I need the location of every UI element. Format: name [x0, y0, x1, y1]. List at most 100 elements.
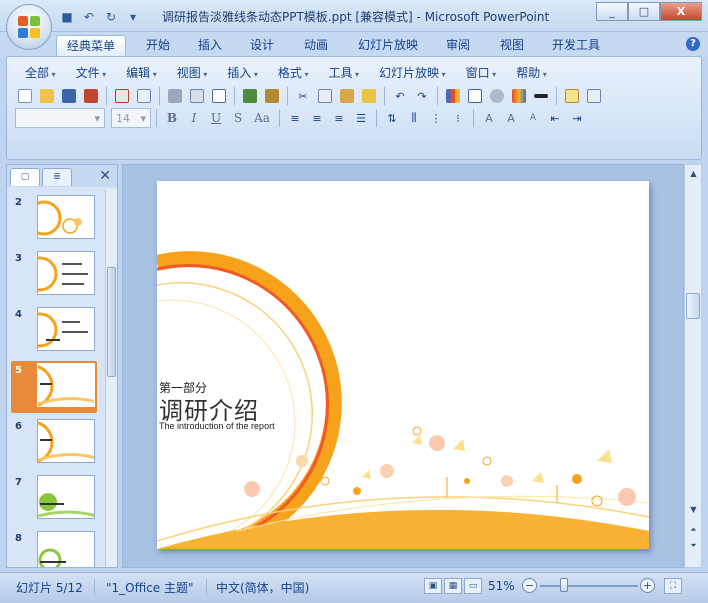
- save-icon[interactable]: ■: [58, 8, 76, 26]
- font-color-icon[interactable]: A: [479, 108, 499, 128]
- tab-developer[interactable]: 开发工具: [542, 35, 610, 56]
- slide-english-caption[interactable]: The introduction of the report: [159, 421, 275, 431]
- slide-sorter-icon[interactable]: ▦: [444, 578, 462, 594]
- shrink-font-icon[interactable]: A: [523, 108, 543, 128]
- language-indicator[interactable]: 中文(简体，中国): [216, 579, 309, 596]
- next-slide-icon[interactable]: ⏷: [687, 539, 700, 552]
- tab-classic-menu[interactable]: 经典菜单: [56, 35, 127, 56]
- close-icon[interactable]: ✕: [99, 168, 111, 184]
- thumbnail-scrollbar[interactable]: [105, 189, 117, 567]
- bullets-icon[interactable]: ⁝: [448, 108, 468, 128]
- slide-thumbnail[interactable]: 4: [11, 305, 97, 357]
- spelling-icon[interactable]: [240, 86, 260, 106]
- tab-outline[interactable]: ≣: [42, 168, 72, 186]
- tab-animation[interactable]: 动画: [294, 35, 338, 56]
- publish-icon[interactable]: [134, 86, 154, 106]
- tab-slides[interactable]: ▢: [10, 168, 40, 186]
- color-icon[interactable]: [509, 86, 529, 106]
- research-icon[interactable]: [262, 86, 282, 106]
- justify-icon[interactable]: ☰: [351, 108, 371, 128]
- menu-slideshow[interactable]: 幻灯片放映: [369, 63, 456, 83]
- permission-icon[interactable]: [81, 86, 101, 106]
- font-size-combo[interactable]: 14 ▾: [111, 108, 151, 128]
- slide-scrollbar[interactable]: ▲ ▼ ⏶ ⏷: [684, 164, 702, 568]
- align-left-icon[interactable]: ≡: [285, 108, 305, 128]
- format-painter-icon[interactable]: [359, 86, 379, 106]
- scrollbar-thumb[interactable]: [686, 293, 700, 319]
- cut-icon[interactable]: ✂: [293, 86, 313, 106]
- hyperlink-icon[interactable]: [487, 86, 507, 106]
- slideshow-view-icon[interactable]: ▭: [464, 578, 482, 594]
- table-icon[interactable]: [465, 86, 485, 106]
- slide-thumbnail[interactable]: 3: [11, 249, 97, 301]
- tab-review[interactable]: 审阅: [436, 35, 480, 56]
- menu-insert[interactable]: 插入: [217, 63, 268, 83]
- zoom-level[interactable]: 51%: [488, 579, 515, 593]
- bold-button[interactable]: B: [162, 108, 182, 128]
- layout-icon[interactable]: [584, 86, 604, 106]
- undo-icon[interactable]: ↶: [80, 8, 98, 26]
- decrease-indent-icon[interactable]: ⇤: [545, 108, 565, 128]
- scroll-up-icon[interactable]: ▲: [687, 167, 700, 180]
- redo-icon[interactable]: ↷: [412, 86, 432, 106]
- increase-indent-icon[interactable]: ⇥: [567, 108, 587, 128]
- menu-window[interactable]: 窗口: [456, 63, 507, 83]
- change-case-button[interactable]: Aa: [250, 108, 274, 128]
- maximize-button[interactable]: □: [628, 2, 660, 21]
- minimize-button[interactable]: _: [596, 2, 628, 21]
- italic-button[interactable]: I: [184, 108, 204, 128]
- fit-to-window-icon[interactable]: ⛶: [664, 578, 682, 594]
- tab-insert[interactable]: 插入: [188, 35, 232, 56]
- align-center-icon[interactable]: ≡: [307, 108, 327, 128]
- menu-view[interactable]: 视图: [167, 63, 218, 83]
- scrollbar-thumb[interactable]: [107, 267, 116, 377]
- previous-slide-icon[interactable]: ⏶: [687, 523, 700, 536]
- menu-all[interactable]: 全部: [15, 63, 66, 83]
- office-button[interactable]: [6, 4, 52, 50]
- slide-thumbnail-selected[interactable]: 5: [11, 361, 97, 413]
- scroll-down-icon[interactable]: ▼: [687, 503, 700, 516]
- font-name-combo[interactable]: ▾: [15, 108, 105, 128]
- new-slide-icon[interactable]: [562, 86, 582, 106]
- copy-icon[interactable]: [315, 86, 335, 106]
- underline-button[interactable]: U: [206, 108, 226, 128]
- menu-format[interactable]: 格式: [268, 63, 319, 83]
- normal-view-icon[interactable]: ▣: [424, 578, 442, 594]
- slide-thumbnail[interactable]: 7: [11, 473, 97, 525]
- email-icon[interactable]: [112, 86, 132, 106]
- paste-icon[interactable]: [337, 86, 357, 106]
- slide-canvas[interactable]: 第一部分 调研介绍 The introduction of the report: [157, 181, 649, 549]
- chart-icon[interactable]: [443, 86, 463, 106]
- zoom-in-button[interactable]: +: [640, 578, 655, 593]
- close-button[interactable]: X: [660, 2, 702, 21]
- customize-qat-icon[interactable]: ▾: [124, 8, 142, 26]
- frame-icon[interactable]: [209, 86, 229, 106]
- open-icon[interactable]: [37, 86, 57, 106]
- shadow-button[interactable]: S: [228, 108, 248, 128]
- numbering-icon[interactable]: ⋮: [426, 108, 446, 128]
- print-icon[interactable]: [165, 86, 185, 106]
- redo-icon[interactable]: ↻: [102, 8, 120, 26]
- zoom-out-button[interactable]: −: [522, 578, 537, 593]
- help-icon[interactable]: ?: [686, 37, 700, 51]
- zoom-slider-thumb[interactable]: [560, 578, 568, 592]
- menu-help[interactable]: 帮助: [506, 63, 557, 83]
- menu-edit[interactable]: 编辑: [116, 63, 167, 83]
- menu-tools[interactable]: 工具: [318, 63, 369, 83]
- new-icon[interactable]: [15, 86, 35, 106]
- grow-font-icon[interactable]: A: [501, 108, 521, 128]
- tab-design[interactable]: 设计: [240, 35, 284, 56]
- columns-icon[interactable]: ⫼: [404, 108, 424, 128]
- tab-view[interactable]: 视图: [490, 35, 534, 56]
- theme-name[interactable]: "1_Office 主题": [106, 579, 194, 596]
- text-direction-icon[interactable]: ⇅: [382, 108, 402, 128]
- tab-slideshow[interactable]: 幻灯片放映: [348, 35, 428, 56]
- save-icon[interactable]: [59, 86, 79, 106]
- tab-home[interactable]: 开始: [136, 35, 180, 56]
- zoom-slider-track[interactable]: [540, 585, 638, 587]
- menu-file[interactable]: 文件: [66, 63, 117, 83]
- slide-thumbnail[interactable]: 8: [11, 529, 97, 567]
- print-preview-icon[interactable]: [187, 86, 207, 106]
- undo-icon[interactable]: ↶: [390, 86, 410, 106]
- slide-thumbnail[interactable]: 6: [11, 417, 97, 469]
